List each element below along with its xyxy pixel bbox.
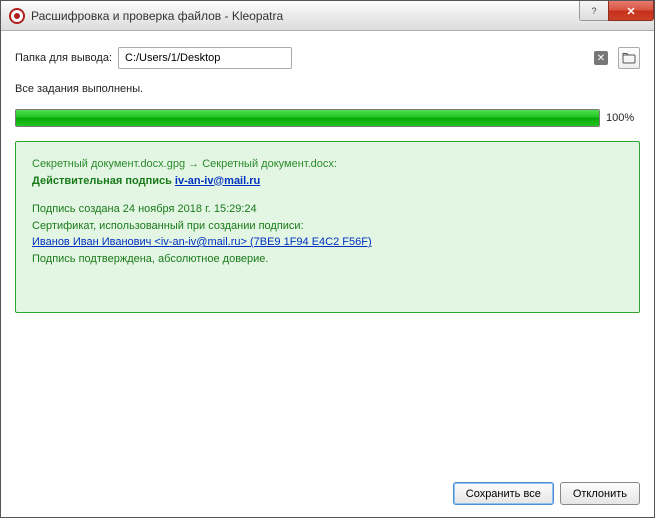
valid-email-link[interactable]: iv-an-iv@mail.ru	[175, 175, 260, 187]
close-button[interactable]	[608, 1, 654, 21]
save-all-button[interactable]: Сохранить все	[453, 482, 554, 505]
content-area: Папка для вывода: ✕ Все задания выполнен…	[1, 31, 654, 517]
status-text: Все задания выполнены.	[15, 83, 640, 95]
reject-button[interactable]: Отклонить	[560, 482, 640, 505]
result-file-line: Секретный документ.docx.gpg → Секретный …	[32, 156, 623, 173]
output-path-input[interactable]	[118, 47, 292, 69]
app-icon	[9, 8, 25, 24]
svg-text:?: ?	[591, 6, 596, 16]
progress-bar	[15, 109, 600, 127]
clear-icon[interactable]: ✕	[594, 51, 608, 65]
progress-percent: 100%	[606, 112, 640, 124]
window: Расшифровка и проверка файлов - Kleopatr…	[0, 0, 655, 518]
cert-link[interactable]: Иванов Иван Иванович <iv-an-iv@mail.ru> …	[32, 236, 372, 248]
cert-used-label: Сертификат, использованный при создании …	[32, 218, 623, 235]
output-label: Папка для вывода:	[15, 52, 112, 64]
help-button[interactable]: ?	[579, 1, 609, 21]
window-buttons: ?	[580, 1, 654, 30]
valid-prefix: Действительная подпись	[32, 175, 175, 187]
valid-signature-line: Действительная подпись iv-an-iv@mail.ru	[32, 173, 623, 190]
browse-button[interactable]	[618, 47, 640, 69]
window-title: Расшифровка и проверка файлов - Kleopatr…	[31, 9, 580, 23]
progress-fill	[16, 110, 599, 126]
trust-line: Подпись подтверждена, абсолютное доверие…	[32, 251, 623, 268]
progress-row: 100%	[15, 109, 640, 127]
path-wrapper: ✕	[118, 47, 612, 69]
button-row: Сохранить все Отклонить	[15, 470, 640, 505]
result-box: Секретный документ.docx.gpg → Секретный …	[15, 141, 640, 313]
titlebar: Расшифровка и проверка файлов - Kleopatr…	[1, 1, 654, 31]
signature-created: Подпись создана 24 ноября 2018 г. 15:29:…	[32, 201, 623, 218]
output-row: Папка для вывода: ✕	[15, 47, 640, 69]
